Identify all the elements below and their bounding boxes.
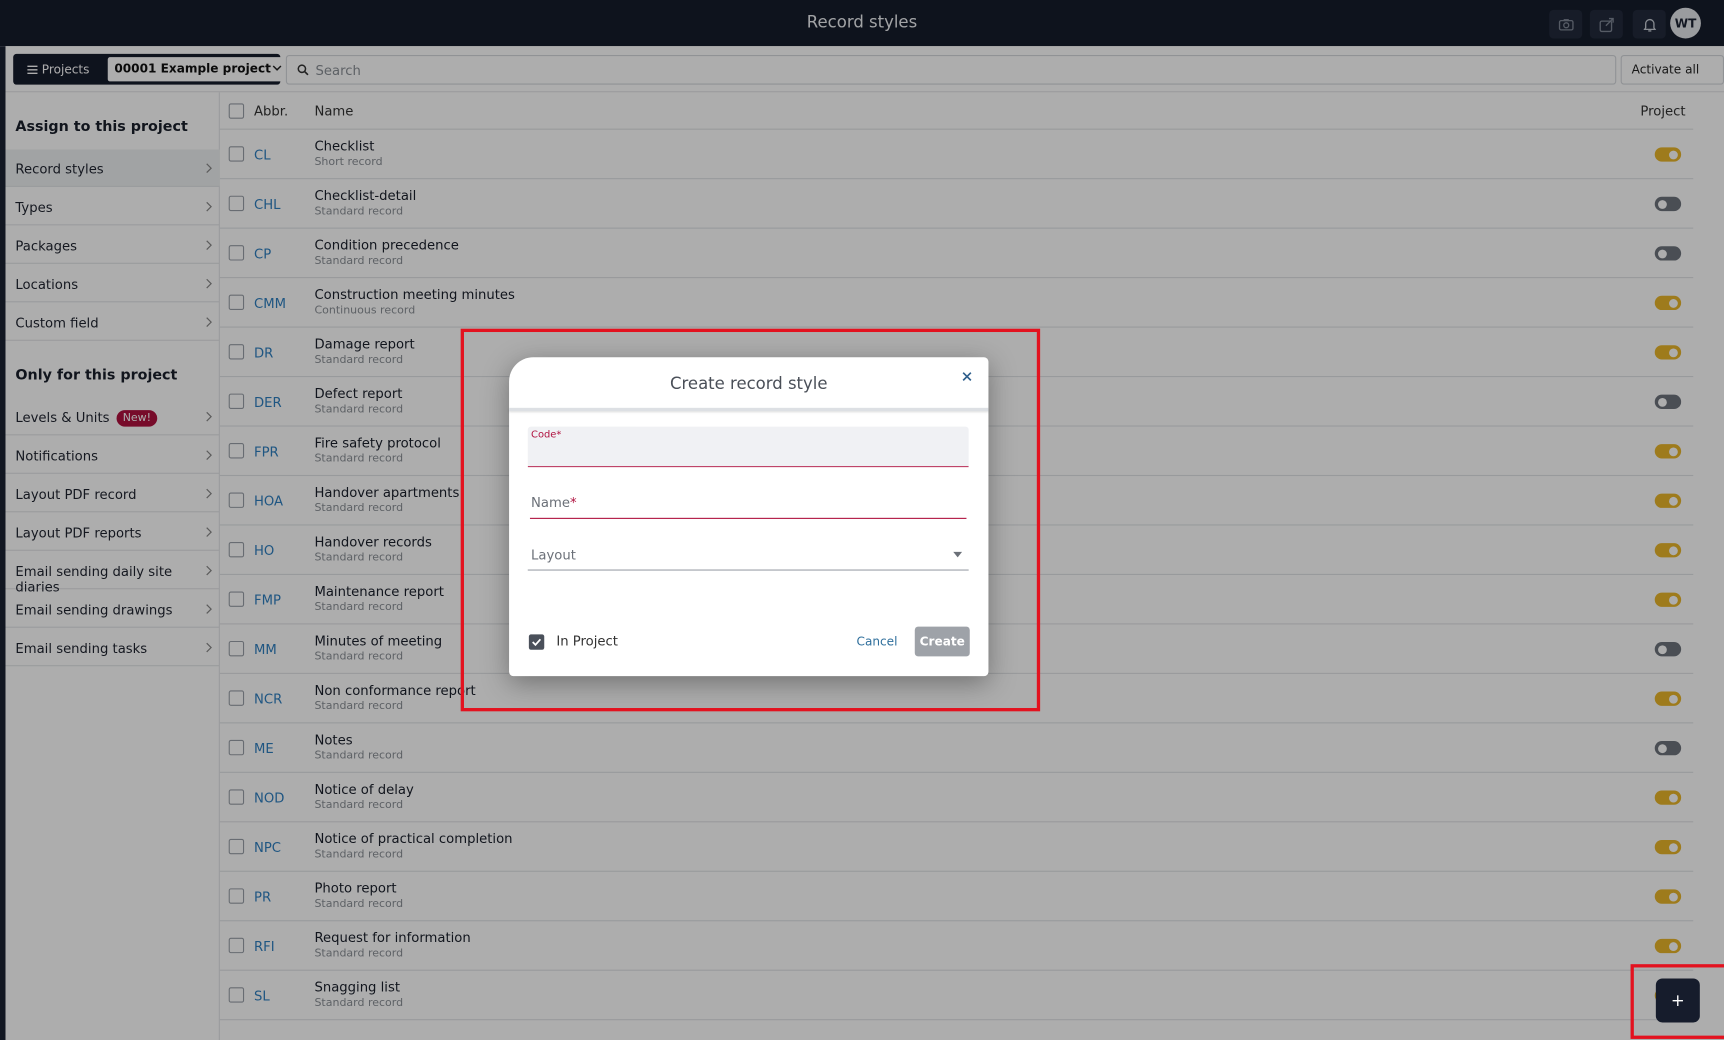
- highlight-box-dialog: [460, 328, 1041, 712]
- highlight-box-add-button: [1630, 964, 1724, 1039]
- app-stage: Record styles WT Projects 00001 Example …: [0, 0, 1724, 1040]
